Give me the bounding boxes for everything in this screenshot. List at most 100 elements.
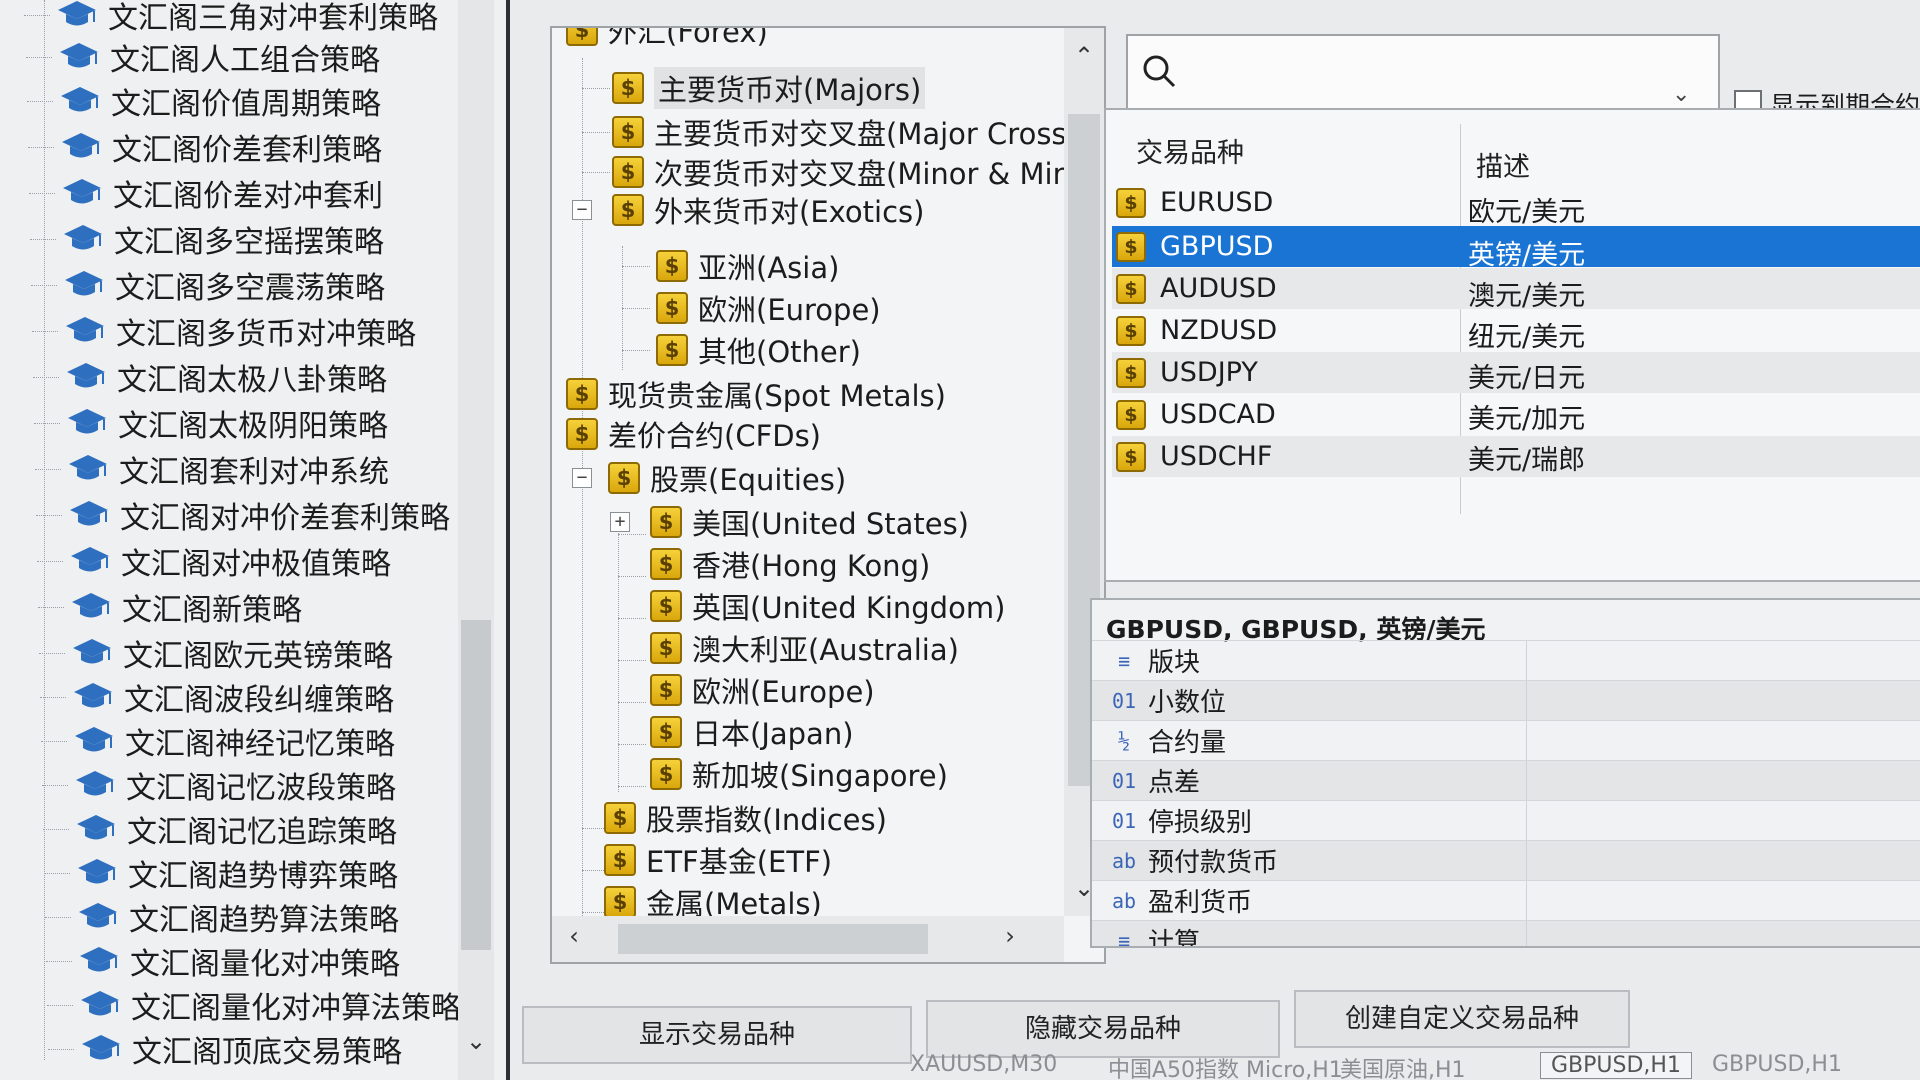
hide-symbol-button[interactable]: 隐藏交易品种 [926,1000,1280,1058]
expand-toggle-icon[interactable]: + [610,512,630,532]
strategy-label: 文汇阁量化对冲算法策略 [131,991,461,1026]
tree-node-metals[interactable]: $ 金属(Metals) [604,882,822,916]
chart-tab[interactable]: XAUUSD,M30 [910,1052,1057,1077]
strategy-item[interactable]: 文汇阁价值周期策略 [27,80,457,122]
strategy-item[interactable]: 文汇阁三角对冲套利策略 [24,0,454,36]
scrollbar-thumb[interactable] [618,924,928,954]
property-row[interactable]: 01 停损级别 [1092,800,1920,840]
tree-node-hong-kong[interactable]: $ 香港(Hong Kong) [650,544,930,584]
scrollbar-thumb[interactable] [461,620,491,950]
tree-node-singapore[interactable]: $ 新加坡(Singapore) [650,754,948,794]
table-row-selected[interactable]: $ GBPUSD 英镑/美元 [1112,226,1920,271]
chevron-down-icon[interactable]: ⌄ [1672,82,1690,107]
table-row[interactable]: $ NZDUSD 纽元/美元 [1112,310,1920,353]
strategy-item[interactable]: 文汇阁多货币对冲策略 [32,310,462,352]
tree-node-other[interactable]: $ 其他(Other) [656,330,861,370]
table-row[interactable]: $ USDCAD 美元/加元 [1112,394,1920,435]
tree-node-minor-crosses[interactable]: $ 次要货币对交叉盘(Minor & Minor [612,152,1064,192]
scroll-right-arrow-icon[interactable]: › [994,922,1026,950]
strategy-item[interactable]: 文汇阁价差套利策略 [28,126,458,168]
tree-node-forex[interactable]: $ 外汇(Forex) [566,28,768,50]
strategy-item[interactable]: 文汇阁套利对冲系统 [35,448,465,490]
tree-node-australia[interactable]: $ 澳大利亚(Australia) [650,628,959,668]
chart-tab-active[interactable]: GBPUSD,H1 [1540,1052,1692,1079]
property-row[interactable]: 01 点差 [1092,760,1920,800]
strategy-item[interactable]: 文汇阁顶底交易策略 [48,1028,478,1070]
collapse-toggle-icon[interactable]: − [572,200,592,220]
strategy-label: 文汇阁顶底交易策略 [132,1035,402,1070]
strategy-item[interactable]: 文汇阁量化对冲策略 [46,940,476,982]
strategy-list-scrollbar[interactable]: ⌄ [458,0,494,1080]
strategy-item[interactable]: 文汇阁人工组合策略 [26,36,456,78]
strategy-item[interactable]: 文汇阁趋势算法策略 [45,896,475,938]
strategy-item[interactable]: 文汇阁太极八卦策略 [33,356,463,398]
strategy-item[interactable]: 文汇阁量化对冲算法策略 [47,984,477,1026]
chart-tab[interactable]: 美国原油,H1 [1340,1052,1466,1080]
strategy-item[interactable]: 文汇阁太极阴阳策略 [34,402,464,444]
tree-node-exotics[interactable]: $ 外来货币对(Exotics) [612,190,924,230]
strategy-item[interactable]: 文汇阁记忆追踪策略 [43,808,473,850]
property-row[interactable]: ≡ 版块 [1092,640,1920,680]
table-row[interactable]: $ AUDUSD 澳元/美元 [1112,268,1920,312]
property-row[interactable]: 01 小数位 [1092,680,1920,720]
strategy-item[interactable]: 文汇阁神经记忆策略 [41,720,471,762]
chart-tab[interactable]: 中国A50指数 Micro,H1 [1108,1052,1343,1080]
property-value [1526,841,1920,880]
chart-tab[interactable]: GBPUSD,H1 [1712,1052,1842,1077]
property-row[interactable]: ab 盈利货币 [1092,880,1920,920]
tree-node-united-states[interactable]: $ 美国(United States) [650,502,969,542]
tree-node-etf[interactable]: $ ETF基金(ETF) [604,840,832,880]
table-row[interactable]: $ USDCHF 美元/瑞郎 [1112,436,1920,477]
strategy-item[interactable]: 文汇阁价差对冲套利 [29,172,459,214]
strategy-item[interactable]: 文汇阁多空摇摆策略 [30,218,460,260]
property-row[interactable]: ≡ 计算 [1092,920,1920,948]
graduation-cap-icon [68,409,106,434]
tree-node-equities-europe[interactable]: $ 欧洲(Europe) [650,670,875,710]
symbol-search-box[interactable]: ⌄ [1126,34,1720,114]
tree-node-equities[interactable]: $ 股票(Equities) [608,458,846,498]
strategy-item[interactable]: 文汇阁欧元英镑策略 [39,632,469,674]
table-row[interactable]: $ USDJPY 美元/日元 [1112,352,1920,394]
collapse-toggle-icon[interactable]: − [572,468,592,488]
strategy-item[interactable]: 文汇阁趋势博弈策略 [44,852,474,894]
strategy-item[interactable]: 文汇阁多空震荡策略 [31,264,461,306]
search-input[interactable] [1188,46,1658,102]
scroll-left-arrow-icon[interactable]: ‹ [558,922,590,950]
tree-node-label: 金属(Metals) [646,887,822,916]
coin-icon: $ [650,758,682,790]
strategy-item[interactable]: 文汇阁波段纠缠策略 [40,676,470,718]
create-custom-symbol-button[interactable]: 创建自定义交易品种 [1294,990,1630,1048]
graduation-cap-icon [64,225,102,250]
strategy-item[interactable]: 文汇阁对冲极值策略 [37,540,467,582]
tree-node-label: 股票(Equities) [650,463,847,497]
property-row[interactable]: ab 预付款货币 [1092,840,1920,880]
scroll-down-arrow-icon[interactable]: ⌄ [462,1026,490,1056]
tree-node-japan[interactable]: $ 日本(Japan) [650,712,854,752]
tree-node-label: 日本(Japan) [692,717,854,751]
column-header-symbol[interactable]: 交易品种 [1136,124,1244,176]
tree-node-cfds[interactable]: $ 差价合约(CFDs) [566,414,821,454]
table-row[interactable]: $ EURUSD 欧元/美元 [1112,182,1920,228]
tree-node-major-crosses[interactable]: $ 主要货币对交叉盘(Major Crosses) [612,112,1064,152]
graduation-cap-icon [74,683,112,708]
tree-node-label: 美国(United States) [692,507,970,541]
tree-horizontal-scrollbar[interactable]: ‹ › [552,916,1064,962]
scroll-up-arrow-icon[interactable]: ⌃ [1068,42,1100,70]
tree-node-spot-metals[interactable]: $ 现货贵金属(Spot Metals) [566,374,946,414]
tree-node-united-kingdom[interactable]: $ 英国(United Kingdom) [650,586,1005,626]
strategy-item[interactable]: 文汇阁对冲价差套利策略 [36,494,466,536]
tree-node-majors[interactable]: $ 主要货币对(Majors) [612,67,926,109]
tree-node-exotics-europe[interactable]: $ 欧洲(Europe) [656,288,881,328]
strategy-item[interactable]: 文汇阁记忆波段策略 [42,764,472,806]
property-label: 停损级别 [1148,808,1253,838]
graduation-cap-icon [66,317,104,342]
property-row[interactable]: ½ 合约量 [1092,720,1920,760]
strategy-label: 文汇阁记忆追踪策略 [127,815,397,850]
property-label: 计算 [1148,928,1201,948]
number-icon: 01 [1111,768,1137,793]
graduation-cap-icon [75,727,113,752]
tree-node-indices[interactable]: $ 股票指数(Indices) [604,798,887,838]
strategy-label: 文汇阁多货币对冲策略 [116,317,416,352]
strategy-item[interactable]: 文汇阁新策略 [38,586,468,628]
tree-node-asia[interactable]: $ 亚洲(Asia) [656,246,839,286]
